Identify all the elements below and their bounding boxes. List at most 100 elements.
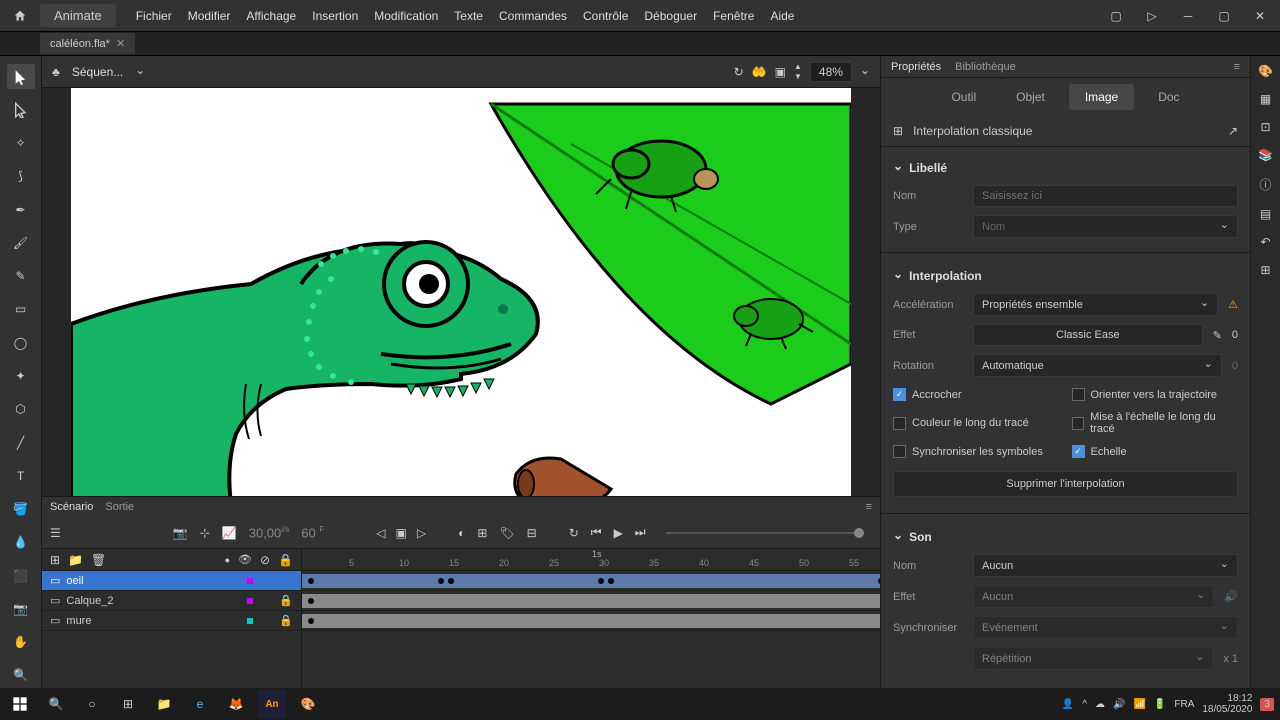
canvas-area[interactable] bbox=[42, 88, 880, 496]
clock-date[interactable]: 18/05/2020 bbox=[1202, 704, 1252, 715]
paint-bucket-tool[interactable]: 🪣 bbox=[7, 496, 35, 521]
tab-close-icon[interactable]: ✕ bbox=[116, 37, 125, 50]
effect-num[interactable]: 0 bbox=[1232, 329, 1238, 341]
select-sound-sync[interactable]: Evénement bbox=[973, 616, 1238, 639]
layer-icon[interactable]: ☰ bbox=[50, 526, 61, 540]
pen-tool[interactable]: ✒ bbox=[7, 197, 35, 222]
start-button[interactable] bbox=[6, 690, 34, 718]
chk-couleur[interactable] bbox=[893, 417, 906, 430]
frame-row-0[interactable] bbox=[302, 571, 880, 591]
text-tool[interactable]: T bbox=[7, 463, 35, 488]
step-back-icon[interactable]: ⏮ bbox=[591, 525, 602, 540]
panel-menu-icon[interactable]: ≡ bbox=[1234, 61, 1240, 73]
chk-echelle[interactable]: ✓ bbox=[1072, 445, 1085, 458]
select-rotation[interactable]: Automatique bbox=[973, 354, 1222, 377]
outline-icon[interactable]: ⊘ bbox=[260, 553, 270, 567]
props-tab-properties[interactable]: Propriétés bbox=[891, 61, 941, 73]
menu-edit[interactable]: Modifier bbox=[188, 9, 231, 23]
clip-icon[interactable]: ▣ bbox=[775, 65, 786, 79]
home-icon[interactable] bbox=[8, 4, 32, 28]
task-view-icon[interactable]: ⊞ bbox=[114, 690, 142, 718]
frame-span-icon[interactable]: ⊟ bbox=[527, 526, 537, 540]
zoom-dropdown-icon[interactable] bbox=[860, 65, 870, 79]
frame-row-2[interactable] bbox=[302, 611, 880, 631]
selection-tool[interactable] bbox=[7, 64, 35, 89]
frames-area[interactable]: 5 10 15 20 25 1s 30 35 40 45 50 55 bbox=[302, 549, 880, 688]
library-panel-icon[interactable]: 📚 bbox=[1258, 148, 1273, 162]
wifi-icon[interactable]: 📶 bbox=[1133, 699, 1145, 710]
link-icon[interactable]: ↗ bbox=[1228, 124, 1238, 138]
zoom-value[interactable]: 48% bbox=[810, 62, 852, 82]
brush-tool[interactable]: 🖌 bbox=[7, 230, 35, 255]
visibility-icon[interactable]: 👁 bbox=[238, 553, 252, 566]
search-icon[interactable]: 🔍 bbox=[42, 690, 70, 718]
timeline-menu-icon[interactable]: ≡ bbox=[866, 501, 872, 513]
frame-ruler[interactable]: 5 10 15 20 25 1s 30 35 40 45 50 55 bbox=[302, 549, 880, 571]
zoom-in-icon[interactable]: ▲ bbox=[794, 62, 802, 71]
lock-icon[interactable]: 🔒 bbox=[279, 614, 293, 627]
next-keyframe-icon[interactable]: ▷ bbox=[417, 526, 426, 540]
subtab-object[interactable]: Objet bbox=[1000, 84, 1061, 110]
camera-tool[interactable]: 📷 bbox=[7, 596, 35, 621]
canvas[interactable] bbox=[71, 88, 851, 496]
select-sound-effect[interactable]: Aucun bbox=[973, 585, 1214, 608]
subtab-tool[interactable]: Outil bbox=[935, 84, 992, 110]
menu-control[interactable]: Contrôle bbox=[583, 9, 628, 23]
line-tool[interactable]: ╱ bbox=[7, 430, 35, 455]
frame-row-1[interactable] bbox=[302, 591, 880, 611]
add-layer-icon[interactable]: ⊞ bbox=[50, 553, 60, 567]
subselect-tool[interactable] bbox=[7, 97, 35, 122]
time-value[interactable]: 30,00i/s bbox=[249, 525, 290, 540]
subtab-image[interactable]: Image bbox=[1069, 84, 1134, 110]
play-button[interactable]: ▶ bbox=[614, 526, 623, 540]
history-panel-icon[interactable]: ↶ bbox=[1260, 235, 1270, 249]
effect-button[interactable]: Classic Ease bbox=[973, 324, 1203, 346]
menu-window[interactable]: Fenêtre bbox=[713, 9, 754, 23]
lasso-tool[interactable]: ⟆ bbox=[7, 164, 35, 189]
select-sound-name[interactable]: Aucun bbox=[973, 554, 1238, 577]
delete-layer-icon[interactable]: 🗑 bbox=[91, 553, 106, 567]
lock-icon[interactable]: 🔒 bbox=[279, 594, 293, 607]
scene-dropdown-icon[interactable] bbox=[135, 65, 145, 79]
lang-indicator[interactable]: FRA bbox=[1174, 699, 1194, 710]
zoom-slider[interactable] bbox=[666, 532, 864, 534]
onedrive-icon[interactable]: ☁ bbox=[1095, 699, 1105, 710]
add-folder-icon[interactable]: 📁 bbox=[68, 553, 83, 567]
step-forward-icon[interactable]: ⏭ bbox=[635, 525, 646, 540]
menu-debug[interactable]: Déboguer bbox=[644, 9, 697, 23]
hexagon-tool[interactable]: ⬡ bbox=[7, 397, 35, 422]
eyedropper-tool[interactable]: 💧 bbox=[7, 530, 35, 555]
workspace-icon[interactable]: ▢ bbox=[1104, 6, 1128, 26]
maximize-button[interactable]: ▢ bbox=[1212, 6, 1236, 26]
document-tab[interactable]: caléléon.fla* ✕ bbox=[40, 33, 135, 54]
close-button[interactable]: ✕ bbox=[1248, 6, 1272, 26]
onion-skin-icon[interactable]: ◐ bbox=[458, 526, 465, 540]
menu-file[interactable]: Fichier bbox=[136, 9, 172, 23]
section-interpolation[interactable]: Interpolation bbox=[893, 263, 1238, 289]
tab-scenario[interactable]: Scénario bbox=[50, 501, 93, 513]
paint-icon[interactable]: 🎨 bbox=[294, 690, 322, 718]
hand-tool[interactable]: ✋ bbox=[7, 630, 35, 655]
select-accel[interactable]: Propriétés ensemble bbox=[973, 293, 1218, 316]
chk-sync[interactable] bbox=[893, 445, 906, 458]
lock-col-icon[interactable]: 🔒 bbox=[278, 553, 293, 567]
select-type[interactable]: Nom bbox=[973, 215, 1238, 238]
firefox-icon[interactable]: 🦊 bbox=[222, 690, 250, 718]
section-label[interactable]: Libellé bbox=[893, 155, 1238, 181]
chk-accrocher[interactable]: ✓ bbox=[893, 388, 906, 401]
layer-row-calque2[interactable]: ▭ Calque_2 🔒 bbox=[42, 591, 301, 611]
layer-parent-icon[interactable]: ⊹ bbox=[200, 526, 210, 540]
props-tab-library[interactable]: Bibliothèque bbox=[955, 61, 1016, 73]
align-panel-icon[interactable]: ▦ bbox=[1260, 92, 1271, 106]
zoom-out-icon[interactable]: ▼ bbox=[794, 72, 802, 81]
insert-keyframe-icon[interactable]: ▣ bbox=[396, 526, 407, 540]
oval-tool[interactable]: ◯ bbox=[7, 330, 35, 355]
menu-modify[interactable]: Modification bbox=[374, 9, 438, 23]
tab-output[interactable]: Sortie bbox=[105, 501, 134, 513]
polystar-tool[interactable]: ✦ bbox=[7, 363, 35, 388]
menu-commands[interactable]: Commandes bbox=[499, 9, 567, 23]
chk-orienter[interactable] bbox=[1072, 388, 1085, 401]
pencil-tool[interactable]: ✎ bbox=[7, 264, 35, 289]
marker-icon[interactable]: 🏷 bbox=[499, 526, 514, 540]
components-panel-icon[interactable]: ⊞ bbox=[1260, 263, 1270, 277]
